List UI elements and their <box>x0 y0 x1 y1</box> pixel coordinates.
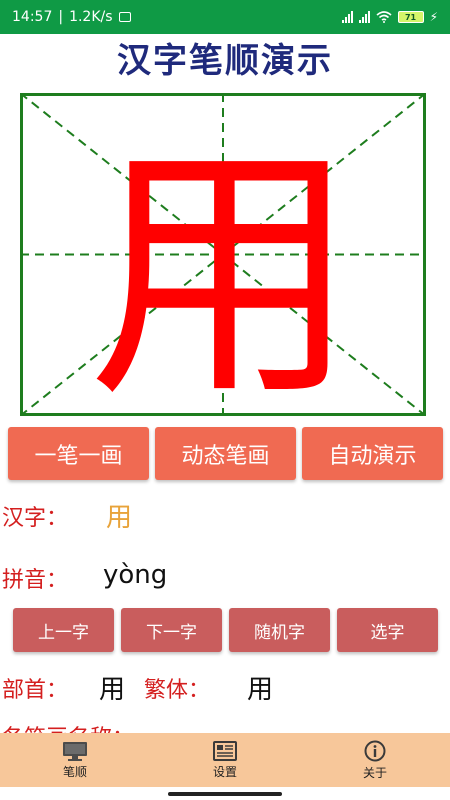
status-right: 71 ⚡ <box>341 10 438 24</box>
character-glyph: 用 <box>88 118 358 416</box>
tab-label-settings: 设置 <box>212 764 237 779</box>
signal-icon-2 <box>358 11 370 23</box>
pinyin-label: 拼音： <box>2 568 69 593</box>
battery-icon: 71 <box>397 11 424 23</box>
hanzi-value: 用 <box>106 503 133 533</box>
select-char-button[interactable]: 选字 <box>337 608 438 652</box>
charging-icon: ⚡ <box>429 10 438 24</box>
document-icon <box>213 740 237 761</box>
traditional-value: 用 <box>247 675 274 705</box>
wifi-icon <box>376 11 392 23</box>
notification-icon <box>118 12 131 22</box>
radical-label: 部首： <box>2 678 69 703</box>
tab-about[interactable]: 关于 <box>320 740 430 781</box>
monitor-icon <box>63 741 87 761</box>
signal-icon <box>341 11 353 23</box>
page-title: 汉字笔顺演示 <box>117 41 333 81</box>
random-char-button[interactable]: 随机字 <box>229 608 330 652</box>
tab-label-about: 关于 <box>362 765 387 780</box>
status-net-speed: 1.2K/s <box>69 9 113 25</box>
traditional-label: 繁体： <box>144 678 211 703</box>
bottom-nav: 笔顺 设置 关于 <box>0 733 450 787</box>
status-time: 14:57 <box>12 9 53 25</box>
radical-value: 用 <box>99 675 126 705</box>
stroke-by-stroke-button[interactable]: 一笔一画 <box>8 427 149 480</box>
gesture-bar[interactable] <box>168 792 282 796</box>
status-bar: 14:57 | 1.2K/s 71 ⚡ <box>0 0 450 34</box>
auto-demo-button[interactable]: 自动演示 <box>302 427 443 480</box>
next-char-button[interactable]: 下一字 <box>121 608 222 652</box>
info-icon <box>364 740 386 761</box>
tab-label-stroke-order: 笔顺 <box>62 764 87 779</box>
character-canvas[interactable]: 用 <box>20 93 426 416</box>
status-divider: | <box>58 9 64 25</box>
animated-strokes-button[interactable]: 动态笔画 <box>155 427 296 480</box>
tab-settings[interactable]: 设置 <box>170 740 280 780</box>
hanzi-label: 汉字： <box>2 506 69 531</box>
tian-grid: 用 <box>20 93 426 416</box>
pinyin-value: yòng <box>103 560 168 590</box>
previous-char-button[interactable]: 上一字 <box>13 608 114 652</box>
tab-stroke-order[interactable]: 笔顺 <box>20 741 130 780</box>
status-left: 14:57 | 1.2K/s <box>12 9 131 25</box>
